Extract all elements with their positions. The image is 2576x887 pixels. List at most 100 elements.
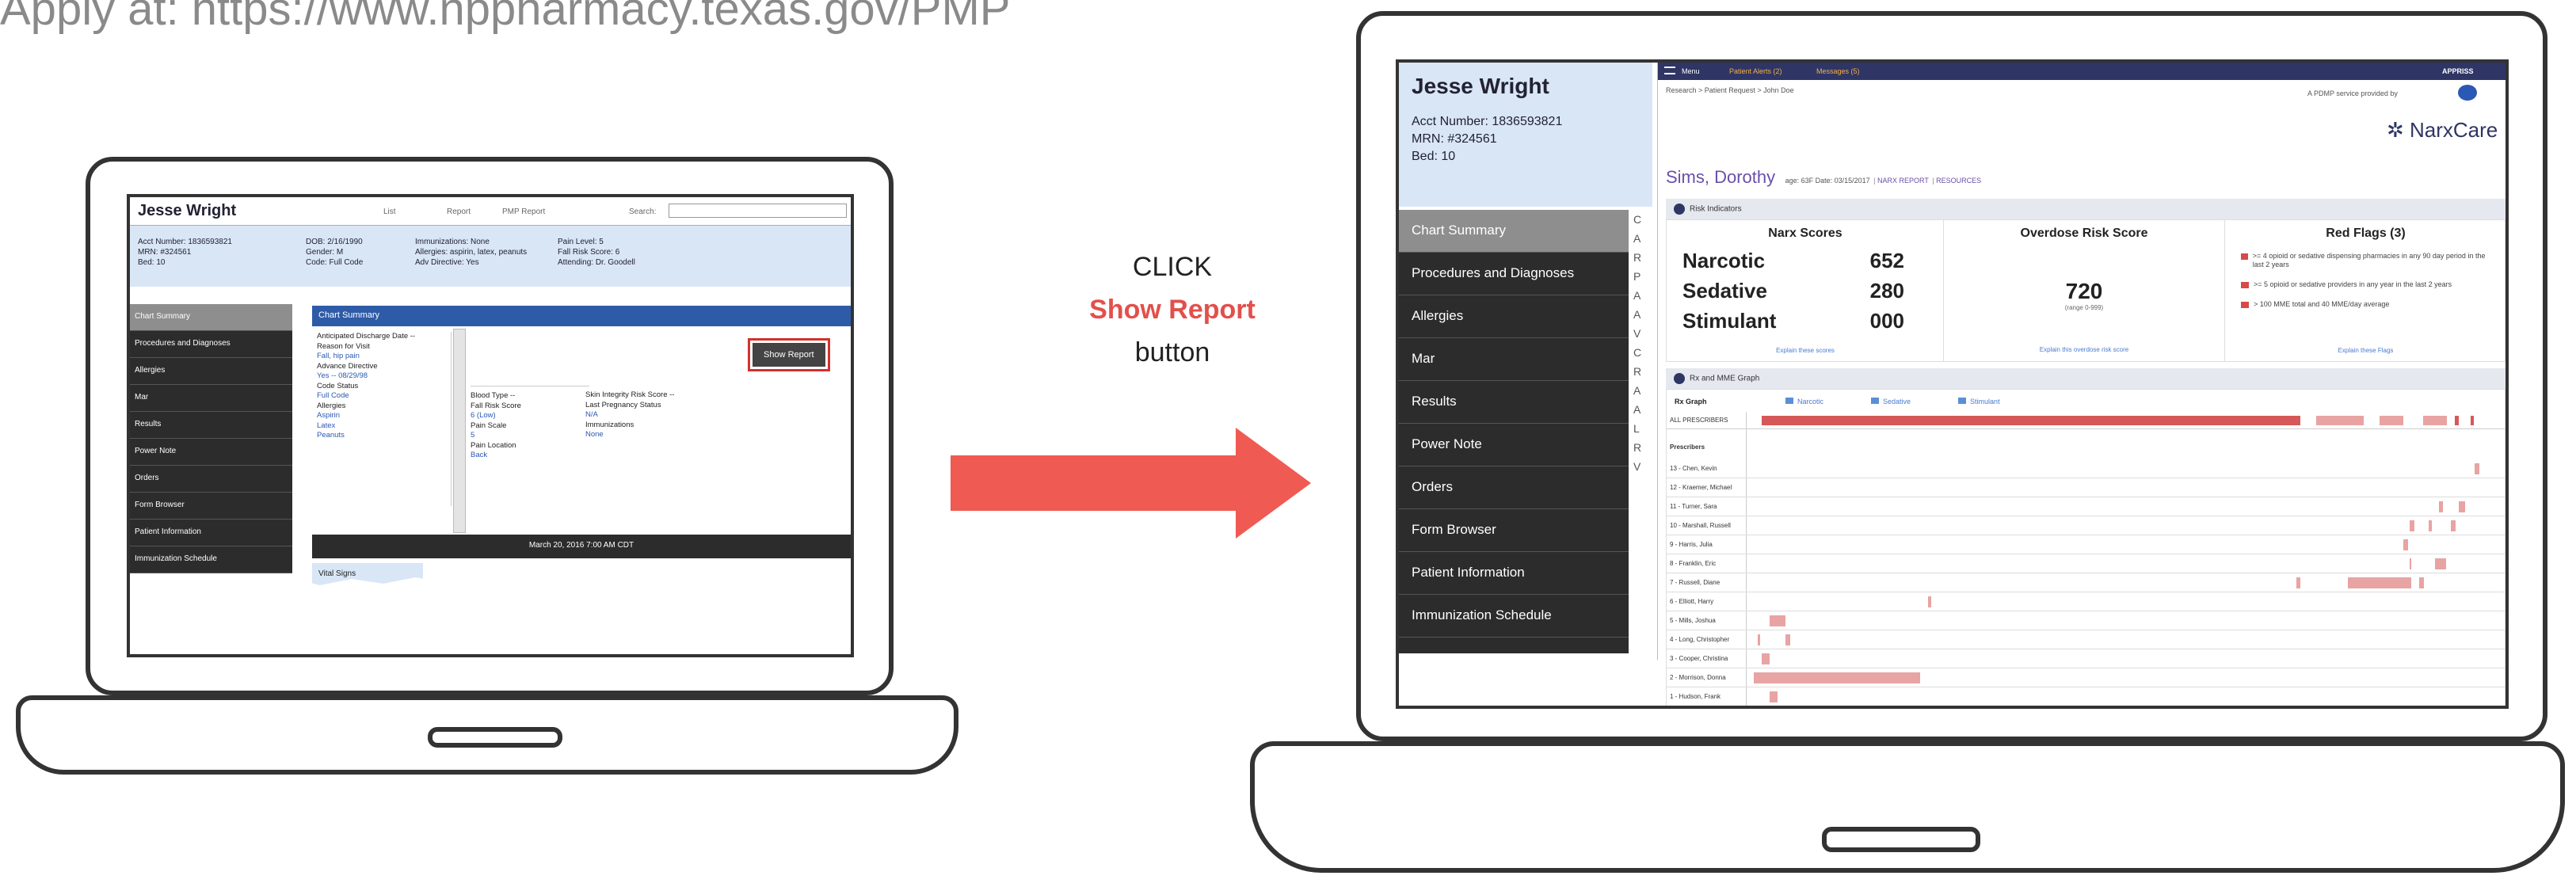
list-label: Last Pregnancy Status [585,400,661,409]
rx-bar[interactable] [2439,501,2443,512]
list-link[interactable]: Full Code [317,391,451,402]
sidebar-item-immunization-schedule[interactable]: Immunization Schedule [1399,595,1629,638]
rx-bar[interactable] [2435,558,2446,569]
list-link[interactable]: Aspirin [317,411,451,421]
list-link[interactable]: Back [471,451,589,461]
rx-bar[interactable] [2459,501,2465,512]
explain-scores-link[interactable]: Explain these scores [1667,347,1944,354]
search-input[interactable] [669,204,847,218]
tab-report[interactable]: Report [447,207,471,216]
explain-flags-link[interactable]: Explain these Flags [2225,347,2506,354]
list-link[interactable]: N/A [585,410,728,421]
info-column-2: DOB: 2/16/1990 Gender: M Code: Full Code [306,237,363,268]
resources-link[interactable]: RESOURCES [1936,177,1981,185]
risk-indicators-header[interactable]: Risk Indicators [1666,199,2506,219]
patient-alerts-link[interactable]: Patient Alerts (2) [1729,67,1782,75]
list-link[interactable]: Yes -- 08/29/98 [317,371,451,382]
collapse-icon[interactable] [1674,204,1685,215]
sidebar-item-procedures[interactable]: Procedures and Diagnoses [1399,253,1629,295]
sidebar-item-orders[interactable]: Orders [1399,466,1629,509]
rx-bar[interactable] [1770,615,1785,626]
tab-pmp-report[interactable]: PMP Report [502,207,545,216]
rx-bar[interactable] [2296,577,2300,588]
tab-list[interactable]: List [383,207,396,216]
prescriber-name[interactable]: 6 - Elliott, Harry [1670,598,1713,605]
rx-bar[interactable] [2451,520,2456,531]
scrollbar[interactable] [453,329,466,533]
rx-bar[interactable] [1758,634,1760,645]
legend-label: Narcotic [1797,398,1824,405]
rx-bar[interactable] [2348,577,2411,588]
sidebar-item-form-browser[interactable]: Form Browser [1399,509,1629,552]
sidebar-item-form-browser[interactable]: Form Browser [130,493,292,520]
prescriber-name[interactable]: 4 - Long, Christopher [1670,636,1729,643]
narx-scores-column: Narx Scores Narcotic 652 Sedative 280 Stimul… [1667,220,1944,361]
rx-bar[interactable] [2403,539,2408,550]
sidebar-item-results[interactable]: Results [130,412,292,439]
messages-link[interactable]: Messages (5) [1816,67,1860,75]
list-link[interactable]: 6 (Low) [471,411,589,421]
rx-bar[interactable] [2429,520,2432,531]
sidebar-item-power-note[interactable]: Power Note [130,439,292,466]
prescriber-name[interactable]: 7 - Russell, Diane [1670,579,1720,586]
info-column-1: Acct Number: 1836593821 MRN: #324561 Bed… [138,237,232,268]
prescriber-name[interactable]: 13 - Chen, Kevin [1670,465,1717,472]
sidebar-item-mar[interactable]: Mar [1399,338,1629,381]
list-link[interactable]: Peanuts [317,431,451,441]
right-laptop-base [1250,741,2565,873]
menu-icon[interactable] [1664,67,1675,74]
menu-link[interactable]: Menu [1682,67,1700,75]
rx-bar[interactable] [2410,558,2411,569]
prescriber-row: 11 - Turner, Sara [1667,497,2505,516]
rx-bar[interactable] [2316,416,2364,425]
rx-bar[interactable] [2475,463,2479,474]
sidebar-item-chart-summary[interactable]: Chart Summary [130,304,292,331]
list-label: Pain Scale [471,421,507,430]
sidebar-item-mar[interactable]: Mar [130,385,292,412]
list-link[interactable]: None [585,430,728,440]
legend-label: Sedative [1883,398,1911,405]
provided-by: A PDMP service provided by [2307,89,2398,97]
rx-bar[interactable] [2419,577,2424,588]
prescriber-row: 6 - Elliott, Harry [1667,592,2505,611]
sidebar-item-allergies[interactable]: Allergies [130,358,292,385]
list-link[interactable]: 5 [471,431,589,441]
sidebar-item-power-note[interactable]: Power Note [1399,424,1629,466]
list-link[interactable]: Fall, hip pain [317,352,451,362]
sidebar-item-orders[interactable]: Orders [130,466,292,493]
sidebar-item-procedures[interactable]: Procedures and Diagnoses [130,331,292,358]
rx-bar[interactable] [1785,634,1790,645]
acct-number: Acct Number: 1836593821 [1412,115,1563,128]
sidebar-item-allergies[interactable]: Allergies [1399,295,1629,338]
legend-item[interactable]: Stimulant [1958,398,2000,405]
collapse-icon[interactable] [1674,373,1685,384]
rx-bar[interactable] [2380,416,2403,425]
legend-item[interactable]: Narcotic [1785,398,1823,405]
narx-report-link[interactable]: NARX REPORT [1877,177,1929,185]
rx-bar[interactable] [2423,416,2447,425]
show-report-button[interactable]: Show Report [753,343,825,367]
legend-item[interactable]: Sedative [1871,398,1911,405]
prescriber-name[interactable]: 10 - Marshall, Russell [1670,522,1731,529]
list-link[interactable]: Latex [317,421,451,432]
rx-bar[interactable] [1928,596,1931,607]
prescriber-name[interactable]: 8 - Franklin, Eric [1670,560,1716,567]
instruction-button: button [1134,337,1210,367]
rx-bar[interactable] [2410,520,2414,531]
sidebar-item-results[interactable]: Results [1399,381,1629,424]
sidebar-item-chart-summary[interactable]: Chart Summary [1399,210,1629,253]
rx-bar[interactable] [1762,416,2300,425]
rx-bar[interactable] [2471,416,2474,425]
prescriber-name[interactable]: 12 - Kraemer, Michael [1670,484,1732,491]
prescriber-name[interactable]: 11 - Turner, Sara [1670,503,1717,510]
sidebar-item-patient-information[interactable]: Patient Information [1399,552,1629,595]
explain-overdose-link[interactable]: Explain this overdose risk score [1944,346,2224,353]
narx-score-row: Stimulant 000 [1682,309,1920,339]
prescriber-name[interactable]: 9 - Harris, Julia [1670,541,1713,548]
rx-bar[interactable] [2455,416,2459,425]
sidebar-item-patient-information[interactable]: Patient Information [130,520,292,546]
rx-graph-header[interactable]: Rx and MME Graph [1666,368,2506,389]
prescriber-name[interactable]: 5 - Mills, Joshua [1670,617,1716,624]
prescriber-row: 9 - Harris, Julia [1667,535,2505,554]
left-laptop-trackpad-slot [428,727,562,748]
